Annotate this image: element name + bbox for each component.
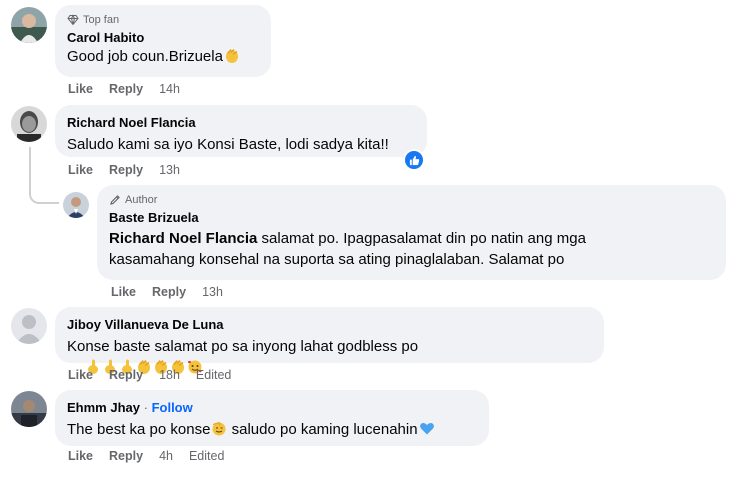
diamond-icon [67,14,79,26]
avatar[interactable] [11,308,47,344]
comment-actions: Like Reply 13h [111,284,223,300]
follow-button[interactable]: Follow [152,400,193,415]
comment-bubble: Top fan Carol Habito Good job coun.Brizu… [55,5,271,77]
commenter-name[interactable]: Jiboy Villanueva De Luna [67,316,592,333]
like-button[interactable]: Like [111,285,136,299]
reply-button[interactable]: Reply [152,285,186,299]
commenter-name[interactable]: Richard Noel Flancia [67,114,415,131]
avatar[interactable] [11,106,47,142]
badge-label: Author [125,194,158,206]
reply-button[interactable]: Reply [109,163,143,177]
comment-actions: Like Reply 14h [68,81,180,97]
comment-actions: Like Reply 13h [68,162,180,178]
timestamp[interactable]: 13h [202,285,223,299]
comment-bubble: Jiboy Villanueva De Luna Konse baste sal… [55,307,604,374]
thumbs-up-icon [409,155,419,165]
avatar[interactable] [11,7,47,43]
clap-emoji-icon [225,49,238,63]
comment-bubble: Richard Noel Flancia Saludo kami sa iyo … [55,105,427,157]
timestamp[interactable]: 14h [159,82,180,96]
comment-bubble: Author Baste Brizuela Richard Noel Flanc… [97,185,726,280]
like-button[interactable]: Like [68,82,93,96]
comment-text: Saludo kami sa iyo Konsi Baste, lodi sad… [67,136,389,153]
like-button[interactable]: Like [68,449,93,463]
author-badge: Author [109,193,714,207]
reply-button[interactable]: Reply [109,449,143,463]
saluting-face-icon [212,421,226,436]
reaction-badge[interactable] [403,149,425,171]
pencil-icon [110,195,120,205]
top-fan-badge: Top fan [67,13,259,27]
avatar[interactable] [63,192,89,218]
timestamp[interactable]: 4h [159,449,173,463]
comment-text: Good job coun.Brizuela [67,46,259,67]
reply-button[interactable]: Reply [109,368,143,382]
commenter-name[interactable]: Baste Brizuela [109,209,714,226]
like-button[interactable]: Like [68,368,93,382]
badge-label: Top fan [83,14,120,26]
like-button[interactable]: Like [68,163,93,177]
comment-actions: Like Reply 4h Edited [68,448,224,464]
comment-bubble: Ehmm Jhay · Follow The best ka po konse … [55,390,489,446]
comment-text: The best ka po konse saludo po kaming lu… [67,419,477,440]
avatar[interactable] [11,391,47,427]
edited-label[interactable]: Edited [196,368,231,382]
commenter-name[interactable]: Ehmm Jhay [67,400,140,415]
comment-actions: Like Reply 18h Edited [68,367,231,383]
blue-heart-icon [419,423,434,435]
commenter-name[interactable]: Carol Habito [67,29,259,46]
edited-label[interactable]: Edited [189,449,224,463]
mention-link[interactable]: Richard Noel Flancia [109,230,257,247]
comment-text: Richard Noel Flancia salamat po. Ipagpas… [109,230,591,268]
reply-thread-line [29,147,59,204]
separator-dot: · [143,400,148,415]
timestamp[interactable]: 13h [159,163,180,177]
timestamp[interactable]: 18h [159,368,180,382]
reply-button[interactable]: Reply [109,82,143,96]
